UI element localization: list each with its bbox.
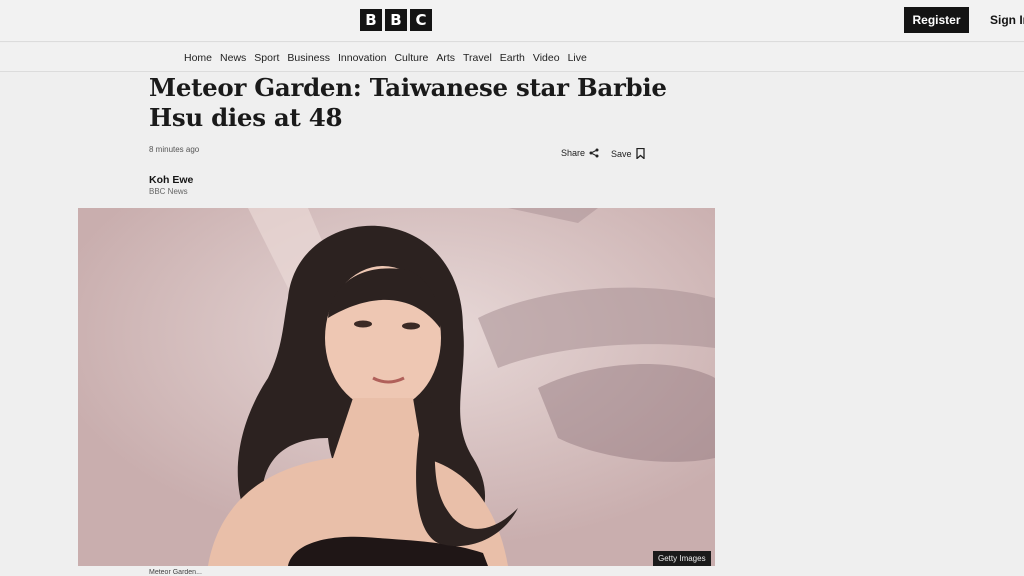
main-navigation: Home News Sport Business Innovation Cult…	[0, 43, 1024, 72]
nav-item-video[interactable]: Video	[533, 52, 560, 64]
image-caption: Meteor Garden...	[149, 569, 202, 576]
hero-image	[78, 208, 715, 566]
logo-letter-c: C	[410, 9, 432, 31]
sign-in-link[interactable]: Sign In	[990, 13, 1024, 27]
nav-item-earth[interactable]: Earth	[500, 52, 525, 64]
share-button[interactable]: Share	[561, 148, 599, 158]
image-credit: Getty Images	[653, 551, 711, 566]
bookmark-icon	[635, 148, 645, 159]
author-organization: BBC News	[149, 187, 188, 196]
nav-item-culture[interactable]: Culture	[394, 52, 428, 64]
save-button[interactable]: Save	[611, 148, 645, 159]
bbc-logo[interactable]: B B C	[360, 9, 432, 31]
register-button[interactable]: Register	[904, 7, 969, 33]
nav-item-business[interactable]: Business	[287, 52, 330, 64]
top-bar: B B C Register Sign In	[0, 0, 1024, 42]
nav-item-innovation[interactable]: Innovation	[338, 52, 386, 64]
nav-item-live[interactable]: Live	[568, 52, 587, 64]
nav-item-news[interactable]: News	[220, 52, 246, 64]
article-headline: Meteor Garden: Taiwanese star Barbie Hsu…	[149, 73, 667, 132]
share-icon	[589, 148, 599, 158]
save-label: Save	[611, 148, 632, 159]
nav-item-arts[interactable]: Arts	[436, 52, 455, 64]
logo-letter-b1: B	[360, 9, 382, 31]
nav-item-home[interactable]: Home	[184, 52, 212, 64]
author-name[interactable]: Koh Ewe	[149, 174, 193, 186]
nav-item-travel[interactable]: Travel	[463, 52, 492, 64]
article-timestamp: 8 minutes ago	[149, 145, 200, 154]
nav-item-sport[interactable]: Sport	[254, 52, 279, 64]
share-label: Share	[561, 148, 586, 158]
logo-letter-b2: B	[385, 9, 407, 31]
hero-photo-illustration	[78, 208, 715, 566]
